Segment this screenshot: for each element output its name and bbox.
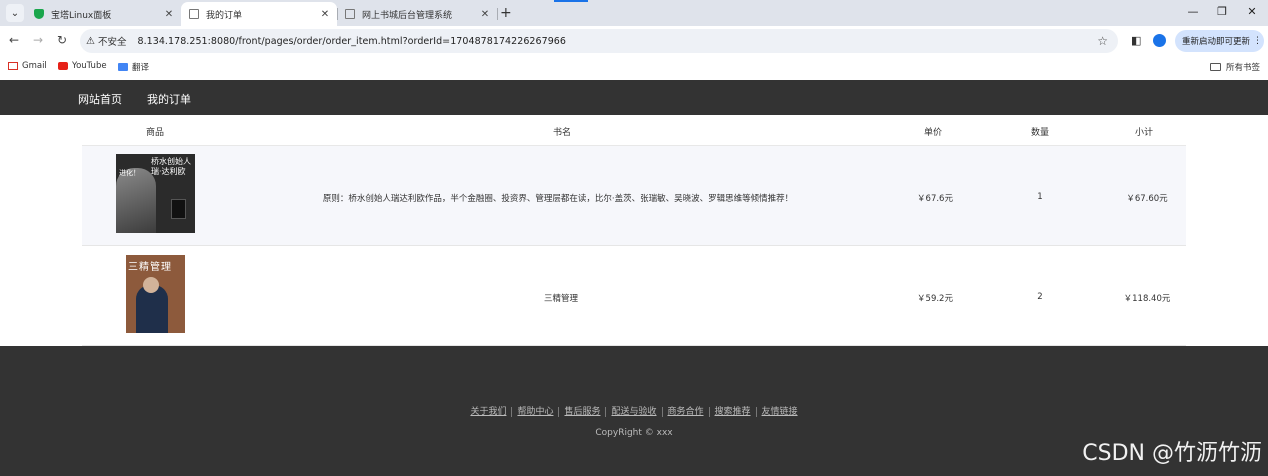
table-header: 商品 书名 单价 数量 小计 — [82, 115, 1186, 146]
security-label[interactable]: 不安全 — [98, 34, 127, 48]
close-icon[interactable]: ✕ — [161, 9, 177, 20]
all-bookmarks-button[interactable]: 所有书签 — [1209, 61, 1260, 73]
browser-toolbar: ← → ↻ ⚠ 不安全 8.134.178.251:8080/front/pag… — [0, 26, 1268, 56]
browser-tab-strip: ⌄ 宝塔Linux面板 ✕ 我的订单 ✕ 网上书城后台管理系统 ✕ + — ❐ … — [0, 0, 1268, 26]
more-icon: ⋮ — [1253, 36, 1263, 46]
address-bar[interactable]: ⚠ 不安全 8.134.178.251:8080/front/pages/ord… — [80, 29, 1118, 53]
restore-button[interactable]: ❐ — [1207, 5, 1237, 18]
bookmark-label: Gmail — [22, 61, 47, 71]
footer-link-help[interactable]: 帮助中心 — [511, 407, 559, 417]
book-name: 原则：桥水创始人瑞达利欧作品，半个金融圈、投资界、管理层都在读，比尔·盖茨、张瑞… — [322, 194, 794, 204]
bookmark-label: YouTube — [72, 61, 107, 71]
order-items-table: 商品 书名 单价 数量 小计 桥水创始人 瑞·达利欧 进化！ 原则：桥水创始人瑞… — [82, 115, 1186, 346]
table-row: 桥水创始人 瑞·达利欧 进化！ 原则：桥水创始人瑞达利欧作品，半个金融圈、投资界… — [82, 146, 1186, 246]
subtotal: ￥67.60元 — [1126, 194, 1168, 204]
column-header-price: 单价 — [923, 128, 943, 138]
site-footer: 关于我们 帮助中心 售后服务 配送与验收 商务合作 搜索推荐 友情链接 CopyRight … — [0, 346, 1268, 476]
bookmark-translate[interactable]: 翻译 — [118, 61, 149, 73]
url-text[interactable]: 8.134.178.251:8080/front/pages/order/ord… — [137, 36, 566, 47]
cover-text: 进化！ — [119, 169, 140, 177]
footer-link-about[interactable]: 关于我们 — [465, 407, 511, 417]
column-header-qty: 数量 — [1030, 128, 1050, 138]
youtube-icon — [58, 62, 68, 70]
footer-link-search[interactable]: 搜索推荐 — [708, 407, 756, 417]
close-window-button[interactable]: ✕ — [1237, 5, 1267, 18]
csdn-watermark: CSDN @竹沥竹沥 — [1082, 441, 1262, 466]
bookmark-youtube[interactable]: YouTube — [58, 61, 107, 71]
footer-link-after-sales[interactable]: 售后服务 — [558, 407, 606, 417]
side-panel-icon[interactable]: ◧ — [1131, 34, 1141, 47]
unit-price: ￥67.6元 — [917, 194, 953, 204]
tab-baota[interactable]: 宝塔Linux面板 ✕ — [26, 2, 181, 26]
footer-link-friends[interactable]: 友情链接 — [755, 407, 803, 417]
restart-label: 重新启动即可更新 — [1182, 37, 1251, 47]
nav-orders-link[interactable]: 我的订单 — [147, 91, 191, 107]
bookmark-label: 翻译 — [132, 63, 150, 73]
cover-text: 三精管理 — [128, 262, 172, 273]
bookmarks-bar: Gmail YouTube 翻译 所有书签 — [0, 56, 1268, 80]
tab-my-orders[interactable]: 我的订单 ✕ — [181, 2, 337, 26]
tab-label: 网上书城后台管理系统 — [362, 10, 453, 21]
footer-link-delivery[interactable]: 配送与验收 — [605, 407, 662, 417]
update-restart-button[interactable]: 重新启动即可更新 ⋮ — [1175, 30, 1264, 52]
close-icon[interactable]: ✕ — [477, 9, 493, 20]
accent-bar — [554, 0, 588, 2]
new-tab-button[interactable]: + — [500, 4, 512, 22]
book-cover-image[interactable]: 桥水创始人 瑞·达利欧 进化！ — [116, 154, 195, 233]
page-icon — [189, 9, 199, 19]
unit-price: ￥59.2元 — [917, 294, 953, 304]
book-name: 三精管理 — [543, 294, 579, 304]
subtotal: ￥118.40元 — [1123, 294, 1171, 304]
quantity: 1 — [1037, 192, 1043, 202]
tab-search-button[interactable]: ⌄ — [6, 4, 24, 22]
profile-avatar[interactable] — [1153, 34, 1166, 47]
back-arrow-icon[interactable]: ← — [9, 33, 19, 47]
copyright: CopyRight © xxx — [595, 428, 673, 438]
translate-icon — [118, 63, 128, 71]
bookmark-star-icon[interactable]: ☆ — [1097, 34, 1108, 48]
folder-icon — [1209, 63, 1221, 71]
site-header: 网站首页 我的订单 — [0, 80, 1268, 115]
footer-link-business[interactable]: 商务合作 — [661, 407, 709, 417]
cover-text: 桥水创始人 瑞·达利欧 — [151, 157, 191, 176]
nav-home-link[interactable]: 网站首页 — [78, 91, 122, 107]
footer-links: 关于我们 帮助中心 售后服务 配送与验收 商务合作 搜索推荐 友情链接 — [0, 404, 1268, 417]
quantity: 2 — [1037, 292, 1043, 302]
bookmark-gmail[interactable]: Gmail — [8, 61, 47, 71]
gmail-icon — [8, 62, 18, 70]
forward-arrow-icon[interactable]: → — [33, 33, 43, 47]
minimize-button[interactable]: — — [1178, 5, 1208, 18]
column-header-name: 书名 — [552, 128, 572, 138]
warning-icon[interactable]: ⚠ — [86, 36, 95, 47]
column-header-product: 商品 — [145, 128, 165, 138]
column-header-subtotal: 小计 — [1134, 128, 1154, 138]
all-bookmarks-label: 所有书签 — [1225, 63, 1260, 73]
reload-icon[interactable]: ↻ — [57, 33, 67, 47]
tab-admin[interactable]: 网上书城后台管理系统 ✕ — [337, 2, 497, 26]
page-icon — [345, 9, 355, 19]
tab-label: 我的订单 — [206, 10, 243, 21]
tab-label: 宝塔Linux面板 — [51, 10, 112, 21]
book-cover-image[interactable]: 三精管理 — [126, 255, 185, 333]
close-icon[interactable]: ✕ — [317, 9, 333, 20]
shield-icon — [34, 9, 44, 19]
tab-divider — [497, 8, 498, 20]
chevron-down-icon: ⌄ — [10, 7, 20, 19]
table-row: 三精管理 三精管理 ￥59.2元 2 ￥118.40元 — [82, 246, 1186, 346]
